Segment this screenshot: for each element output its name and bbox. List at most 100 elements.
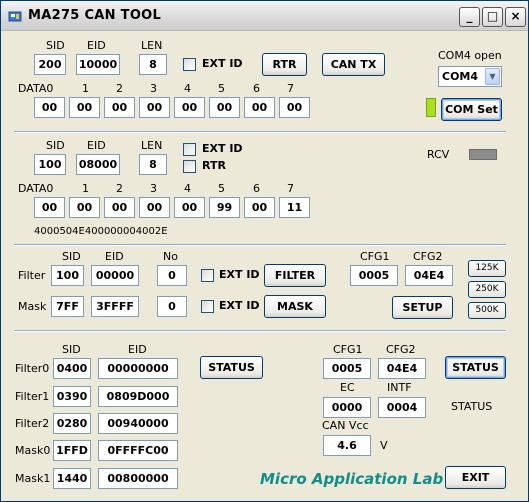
tx-data6-field[interactable]: 00: [244, 97, 275, 118]
com-set-button[interactable]: COM Set: [441, 98, 502, 121]
status-eid-field[interactable]: 0809D000: [98, 386, 178, 407]
setup-cfg2-field[interactable]: 04E4: [405, 265, 453, 286]
speed-500k-button[interactable]: 500K: [468, 302, 506, 319]
rx-data5-field[interactable]: 99: [209, 197, 240, 218]
status-sid-field[interactable]: 0280: [53, 413, 91, 434]
filter-row-label: Filter: [18, 269, 46, 282]
tx-extid-label: EXT ID: [202, 57, 243, 70]
rx-data2-field[interactable]: 00: [104, 197, 135, 218]
status-cfg2-label: CFG2: [386, 343, 416, 356]
rx-data0-label: DATA0: [18, 182, 54, 195]
tx-data3-field[interactable]: 00: [139, 97, 170, 118]
status-sid-field[interactable]: 0390: [53, 386, 91, 407]
mask-no-field[interactable]: 0: [157, 296, 187, 317]
status-eid-field[interactable]: 00940000: [98, 413, 178, 434]
status-sid-label: SID: [62, 343, 81, 356]
speed-250k-button[interactable]: 250K: [468, 281, 506, 298]
filter-extid-label: EXT ID: [219, 268, 260, 281]
separator: [14, 330, 506, 332]
rx-data1-field[interactable]: 00: [69, 197, 100, 218]
tx-data5-label: 5: [218, 82, 225, 95]
can-vcc-field[interactable]: 4.6: [323, 435, 371, 456]
can-tx-button[interactable]: CAN TX: [322, 53, 385, 76]
rx-eid-field[interactable]: 08000: [76, 154, 120, 175]
status-row-label: Mask0: [15, 444, 51, 457]
rx-data6-field[interactable]: 00: [244, 197, 275, 218]
status-cfg2-field[interactable]: 04E4: [378, 358, 426, 379]
rx-data7-field[interactable]: 11: [279, 197, 310, 218]
filter-no-field[interactable]: 0: [157, 265, 187, 286]
mask-eid-field[interactable]: 3FFFF: [91, 296, 139, 317]
speed-125k-button[interactable]: 125K: [468, 260, 506, 277]
filter-extid-checkbox[interactable]: [201, 269, 214, 282]
status-read-button[interactable]: STATUS: [200, 356, 263, 379]
brand-label: Micro Application Lab: [260, 470, 444, 488]
status-row-label: Mask1: [15, 472, 51, 485]
chevron-down-icon[interactable]: ▼: [485, 68, 500, 85]
mask-button[interactable]: MASK: [264, 295, 326, 318]
status-sid-field[interactable]: 0400: [53, 358, 91, 379]
tx-sid-field[interactable]: 200: [34, 54, 66, 75]
tx-data7-field[interactable]: 00: [279, 97, 310, 118]
rx-data4-label: 4: [184, 182, 191, 195]
status-cfg1-label: CFG1: [333, 343, 363, 356]
tx-data1-label: 1: [82, 82, 89, 95]
status-sid-field[interactable]: 1440: [53, 468, 91, 489]
rx-rtr-checkbox[interactable]: [183, 160, 196, 173]
setup-button[interactable]: SETUP: [392, 296, 453, 319]
status-sid-field[interactable]: 1FFD: [53, 440, 91, 461]
rx-data3-label: 3: [150, 182, 157, 195]
tx-data7-label: 7: [287, 82, 294, 95]
client-area: SID EID LEN 200 10000 8 EXT ID RTR CAN T…: [0, 0, 529, 502]
tx-eid-field[interactable]: 10000: [76, 54, 120, 75]
status-config-button[interactable]: STATUS: [445, 356, 506, 379]
mask-sid-field[interactable]: 7FF: [51, 296, 84, 317]
status-cfg1-field[interactable]: 0005: [323, 358, 371, 379]
tx-data4-field[interactable]: 00: [174, 97, 205, 118]
filter-sid-field[interactable]: 100: [51, 265, 84, 286]
tx-data2-field[interactable]: 00: [104, 97, 135, 118]
separator: [14, 244, 506, 246]
tx-data6-label: 6: [253, 82, 260, 95]
com-status-label: COM4 open: [438, 49, 502, 62]
mask-extid-checkbox[interactable]: [201, 300, 214, 313]
tx-sid-label: SID: [46, 39, 65, 52]
rx-raw-frame: 4000504E400000004002E: [34, 226, 168, 237]
exit-button[interactable]: EXIT: [445, 466, 506, 489]
tx-data0-label: DATA0: [18, 82, 54, 95]
com-port-value: COM4: [442, 70, 479, 83]
tx-data3-label: 3: [150, 82, 157, 95]
tx-extid-checkbox[interactable]: [183, 58, 196, 71]
tx-data0-field[interactable]: 00: [34, 97, 65, 118]
ec-field[interactable]: 0000: [323, 397, 371, 418]
rx-data0-field[interactable]: 00: [34, 197, 65, 218]
rx-extid-checkbox[interactable]: [183, 143, 196, 156]
status-eid-field[interactable]: 0FFFFC00: [98, 440, 178, 461]
rx-data4-field[interactable]: 00: [174, 197, 205, 218]
can-vcc-label: CAN Vcc: [322, 419, 369, 432]
rx-data3-field[interactable]: 00: [139, 197, 170, 218]
tx-data5-field[interactable]: 00: [209, 97, 240, 118]
com-port-select[interactable]: COM4 ▼: [438, 66, 502, 87]
tx-len-field[interactable]: 8: [139, 54, 167, 75]
status-text: STATUS: [451, 400, 493, 413]
status-row-label: Filter2: [15, 417, 50, 430]
rx-rtr-label: RTR: [202, 159, 226, 172]
rx-len-field[interactable]: 8: [139, 154, 167, 175]
status-eid-field[interactable]: 00800000: [98, 468, 178, 489]
rx-sid-label: SID: [46, 139, 65, 152]
ec-label: EC: [340, 381, 355, 394]
rx-extid-label: EXT ID: [202, 142, 243, 155]
tx-data1-field[interactable]: 00: [69, 97, 100, 118]
rx-data5-label: 5: [218, 182, 225, 195]
setup-cfg1-field[interactable]: 0005: [350, 265, 398, 286]
rx-sid-field[interactable]: 100: [34, 154, 66, 175]
rx-eid-label: EID: [87, 139, 106, 152]
filter-sid-label: SID: [62, 250, 81, 263]
intf-label: INTF: [387, 381, 412, 394]
filter-eid-field[interactable]: 00000: [91, 265, 139, 286]
status-eid-field[interactable]: 00000000: [98, 358, 178, 379]
intf-field[interactable]: 0004: [378, 397, 426, 418]
rtr-button[interactable]: RTR: [262, 53, 307, 76]
filter-button[interactable]: FILTER: [264, 264, 326, 287]
